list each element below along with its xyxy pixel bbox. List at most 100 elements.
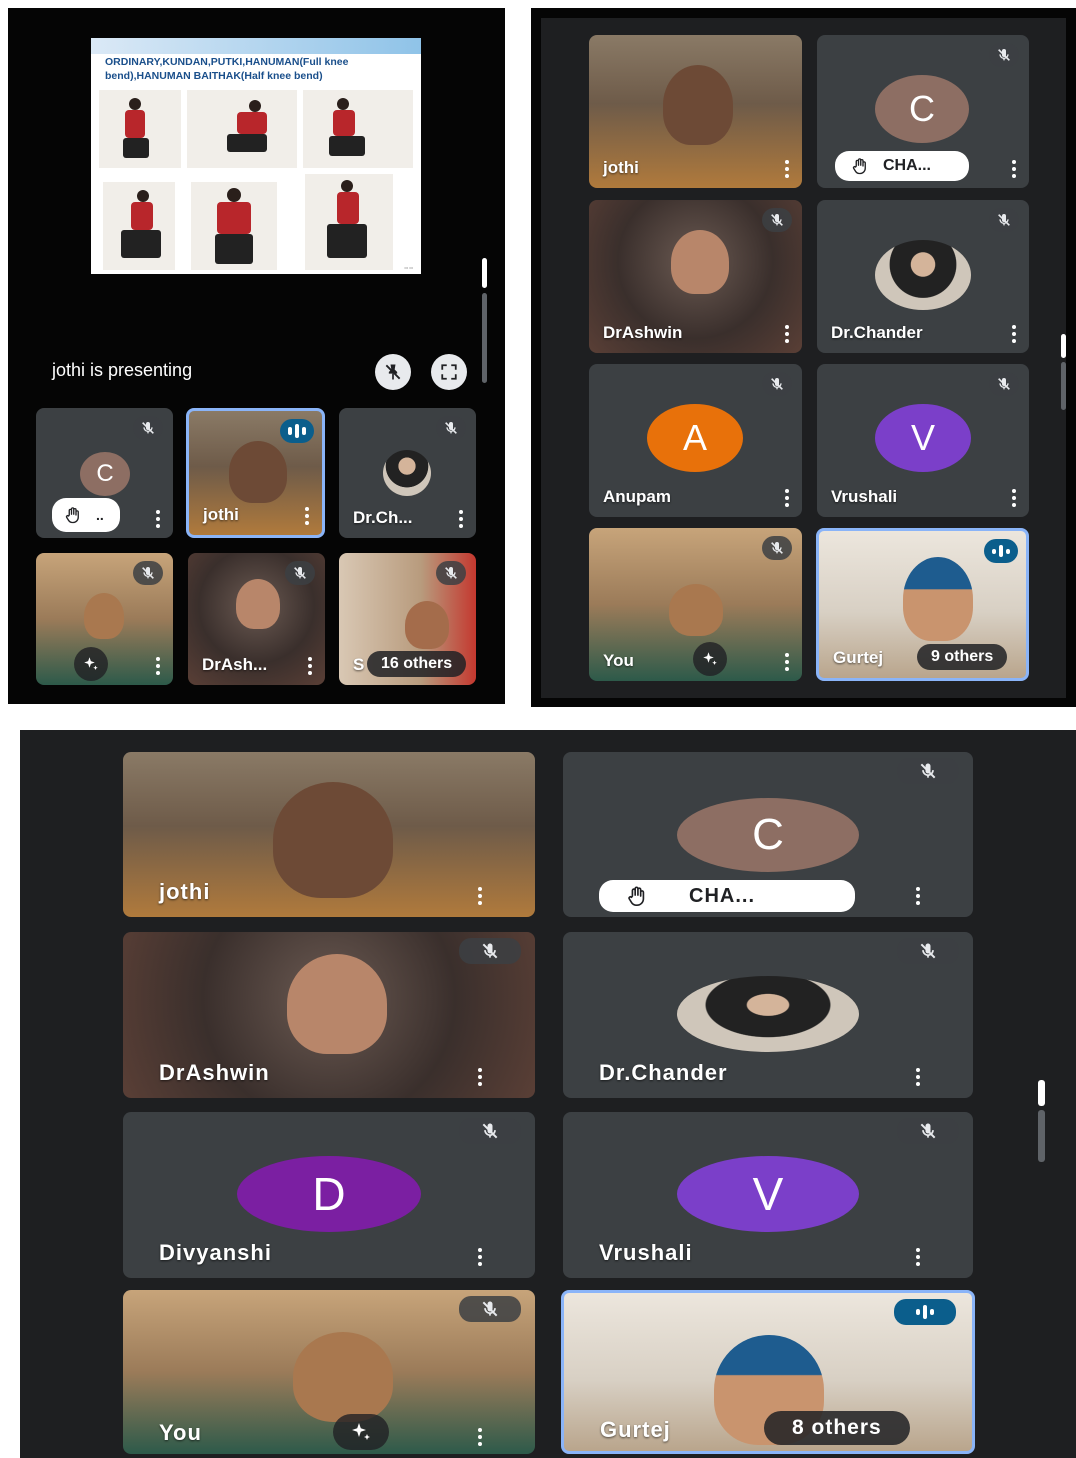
mic-off-icon (989, 43, 1019, 67)
raised-hand-badge: CHA... (835, 151, 969, 181)
participant-name: .. (96, 507, 104, 523)
participant-tile[interactable]: Dr.Ch... (339, 408, 476, 538)
speaking-indicator-icon (894, 1299, 956, 1325)
participant-tile[interactable]: V Vrushali (817, 364, 1029, 517)
participant-tile[interactable]: D Divyanshi (123, 1112, 535, 1278)
raised-hand-badge: .. (52, 498, 120, 532)
scrollbar-thumb[interactable] (482, 258, 487, 288)
mic-off-icon (762, 536, 792, 560)
participant-tile[interactable]: jothi (186, 408, 325, 538)
participant-tile[interactable]: DrAsh... (188, 553, 325, 685)
participant-tile[interactable]: C CHA... (817, 35, 1029, 188)
raised-hand-badge: CHA... (599, 880, 855, 912)
mic-off-icon (133, 416, 163, 440)
participant-tile[interactable]: C CHA... (563, 752, 973, 917)
more-vert-icon[interactable] (475, 1248, 485, 1266)
participant-tile[interactable]: DrAshwin (589, 200, 802, 353)
raised-hand-icon (64, 506, 82, 524)
avatar: C (80, 452, 130, 496)
participant-tile[interactable] (36, 553, 173, 685)
mic-off-icon (989, 208, 1019, 232)
mic-off-icon (459, 1118, 521, 1144)
raised-hand-icon (625, 885, 649, 907)
mic-off-icon (436, 561, 466, 585)
scrollbar-thumb[interactable] (1061, 334, 1066, 358)
participant-tile[interactable]: A Anupam (589, 364, 802, 517)
more-vert-icon[interactable] (475, 1068, 485, 1086)
more-vert-icon[interactable] (305, 657, 315, 675)
participant-video (671, 230, 729, 294)
participant-name: Divyanshi (159, 1240, 272, 1265)
participant-tile[interactable]: jothi (123, 752, 535, 917)
participant-video (84, 593, 124, 639)
sparkle-effects-icon[interactable] (693, 642, 727, 676)
more-vert-icon[interactable] (153, 510, 163, 528)
more-vert-icon[interactable] (782, 160, 792, 178)
pose-image (305, 174, 393, 270)
more-vert-icon[interactable] (1009, 325, 1019, 343)
participant-name: Gurtej (600, 1417, 671, 1442)
more-vert-icon[interactable] (782, 653, 792, 671)
meet-panel-grid: jothi C CHA... DrAshwin Dr.Chander A Anu… (531, 8, 1076, 707)
participant-tile[interactable]: You (589, 528, 802, 681)
participant-name: jothi (159, 879, 211, 904)
pose-image (99, 90, 181, 168)
participant-tile[interactable]: Dr.Chander (563, 932, 973, 1098)
fullscreen-icon (441, 364, 457, 380)
mic-off-icon (133, 561, 163, 585)
avatar: C (875, 75, 969, 143)
presenting-label: jothi is presenting (52, 360, 193, 380)
participant-name: Gurtej (833, 648, 884, 667)
raised-hand-icon (851, 157, 869, 175)
more-vert-icon[interactable] (913, 1068, 923, 1086)
pose-image (103, 182, 175, 270)
participant-video (236, 579, 280, 629)
scrollbar-thumb[interactable] (1038, 1080, 1045, 1106)
scrollbar-track[interactable] (1061, 362, 1066, 410)
others-count[interactable]: 16 others (367, 651, 467, 677)
scrollbar-track[interactable] (1038, 1110, 1045, 1162)
unpin-button[interactable] (375, 354, 411, 390)
more-vert-icon[interactable] (782, 489, 792, 507)
mic-off-icon (989, 372, 1019, 396)
participant-tile[interactable]: Dr.Chander (817, 200, 1029, 353)
more-vert-icon[interactable] (475, 887, 485, 905)
participant-tile[interactable]: C .. (36, 408, 173, 538)
more-vert-icon[interactable] (153, 657, 163, 675)
mic-off-icon (897, 938, 959, 964)
participant-tile[interactable]: You (123, 1290, 535, 1454)
participant-video (903, 557, 973, 641)
scrollbar-track[interactable] (482, 293, 487, 383)
slide-footer: ▭ ▭ (404, 265, 413, 270)
participant-name: Vrushali (831, 487, 898, 506)
avatar (677, 976, 859, 1052)
more-vert-icon[interactable] (1009, 160, 1019, 178)
participant-tile[interactable]: DrAshwin (123, 932, 535, 1098)
avatar (383, 450, 431, 496)
more-vert-icon[interactable] (475, 1428, 485, 1446)
fullscreen-button[interactable] (431, 354, 467, 390)
participant-tile[interactable]: Gurtej 8 others (561, 1290, 975, 1454)
avatar: C (677, 798, 859, 872)
more-vert-icon[interactable] (913, 1248, 923, 1266)
others-count[interactable]: 8 others (764, 1411, 910, 1445)
more-vert-icon[interactable] (913, 887, 923, 905)
sparkle-effects-icon[interactable] (74, 647, 108, 681)
mic-off-icon (897, 1118, 959, 1144)
pose-image (303, 90, 413, 168)
shared-slide: ORDINARY,KUNDAN,PUTKI,HANUMAN(Full knee … (91, 38, 421, 274)
participant-tile[interactable]: V Vrushali (563, 1112, 973, 1278)
participant-tile[interactable]: jothi (589, 35, 802, 188)
participant-name: jothi (603, 158, 639, 177)
participant-tile[interactable]: Gurtej 9 others (816, 528, 1029, 681)
more-vert-icon[interactable] (456, 510, 466, 528)
participant-tile[interactable]: S 16 others (339, 553, 476, 685)
others-count[interactable]: 9 others (917, 644, 1008, 670)
mic-off-icon (459, 1296, 521, 1322)
more-vert-icon[interactable] (302, 507, 312, 525)
more-vert-icon[interactable] (1009, 489, 1019, 507)
sparkle-effects-icon[interactable] (333, 1414, 389, 1450)
slide-title: ORDINARY,KUNDAN,PUTKI,HANUMAN(Full knee … (105, 56, 349, 82)
participant-name: CHA... (883, 157, 931, 174)
more-vert-icon[interactable] (782, 325, 792, 343)
